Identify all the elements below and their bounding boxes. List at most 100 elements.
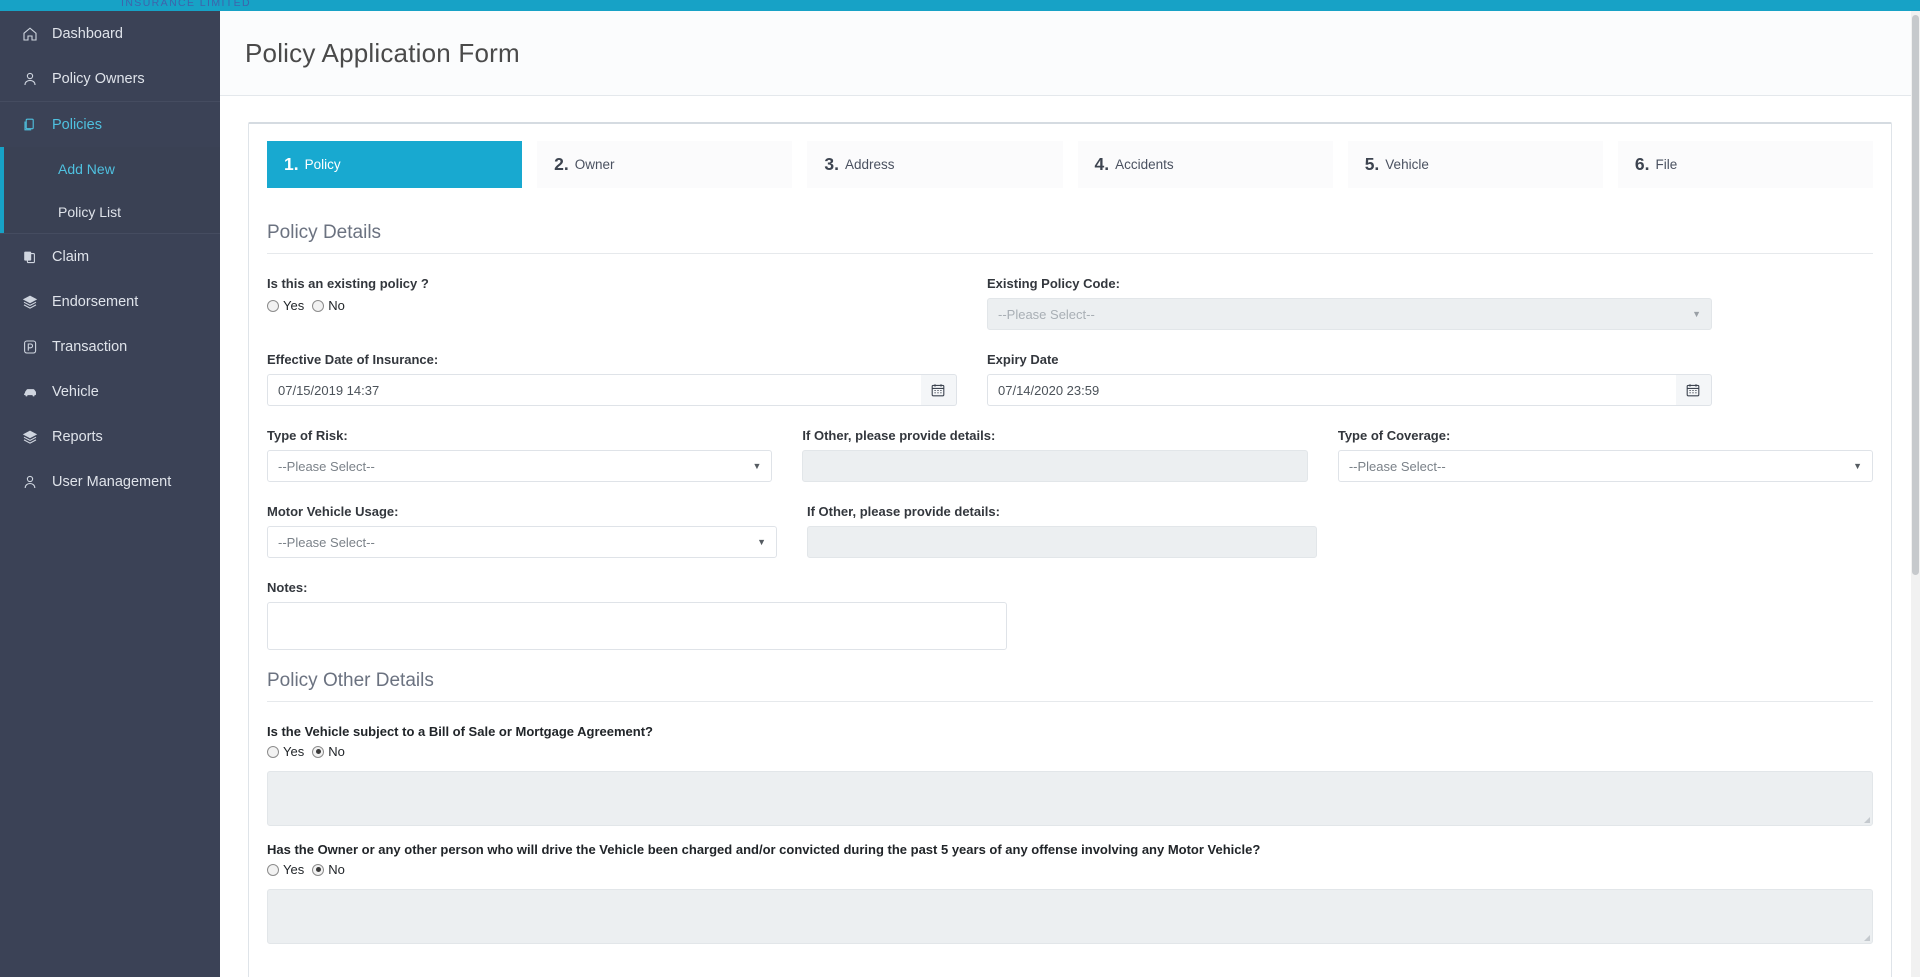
form-row-notes: Notes: [267,580,1873,650]
sidebar-subitem-label: Policy List [58,203,122,220]
field-label: Effective Date of Insurance: [267,352,439,367]
sidebar-item-vehicle[interactable]: Vehicle [0,369,220,414]
form-row-usage: Motor Vehicle Usage: --Please Select-- ▼… [267,504,1873,558]
tab-vehicle[interactable]: 5. Vehicle [1347,141,1603,188]
vehicle-usage-select[interactable]: --Please Select-- ▼ [267,526,777,558]
type-of-risk-select[interactable]: --Please Select-- ▼ [267,450,773,482]
tab-label: Vehicle [1385,157,1429,172]
radio-group-existing-policy: Yes No [267,298,957,313]
tab-policy[interactable]: 1. Policy [267,141,523,188]
tab-address[interactable]: 3. Address [807,141,1063,188]
tab-owner[interactable]: 2. Owner [537,141,793,188]
step-tabs: 1. Policy 2. Owner 3. Address 4. Acciden… [249,124,1891,188]
home-icon [22,26,52,42]
question-label: Is the Vehicle subject to a Bill of Sale… [267,724,653,739]
sidebar-item-label: User Management [52,473,172,490]
sidebar-item-policies[interactable]: Policies [0,102,220,147]
tab-label: Policy [304,157,341,172]
calendar-icon[interactable] [920,374,957,406]
scrollbar-thumb[interactable] [1912,15,1919,575]
risk-other-details-input[interactable] [802,450,1308,482]
sidebar-item-label: Policies [52,116,102,133]
radio-button[interactable] [267,745,279,758]
radio-bill-of-sale-yes[interactable]: Yes [267,744,304,759]
sidebar-item-label: Reports [52,428,103,445]
field-label: Is this an existing policy ? [267,276,429,291]
field-existing-policy: Is this an existing policy ? Yes No [267,276,987,330]
select-value: --Please Select-- [278,534,375,550]
select-value: --Please Select-- [998,306,1095,322]
copy-icon [22,249,52,265]
sidebar-item-policy-owners[interactable]: Policy Owners [0,56,220,101]
tab-label: Owner [574,157,615,172]
tab-number: 3. [824,154,839,174]
chevron-down-icon: ▼ [752,461,762,471]
radio-bill-of-sale-no[interactable]: No [312,744,345,759]
field-label: Motor Vehicle Usage: [267,504,399,519]
tab-file[interactable]: 6. File [1617,141,1874,188]
sidebar-item-label: Policy Owners [52,70,145,87]
sidebar-item-label: Vehicle [52,383,99,400]
field-risk-other-details: If Other, please provide details: [802,428,1337,482]
form-panel: 1. Policy 2. Owner 3. Address 4. Acciden… [248,122,1892,977]
section-title-policy-other-details: Policy Other Details [267,670,1873,702]
radio-label: Yes [283,298,305,313]
radio-label: Yes [283,862,305,877]
sidebar-item-transaction[interactable]: Transaction [0,324,220,369]
sidebar-subitem-add-new[interactable]: Add New [0,147,220,190]
sidebar-item-claim[interactable]: Claim [0,234,220,279]
field-type-of-risk: Type of Risk: --Please Select-- ▼ [267,428,802,482]
sidebar-item-label: Dashboard [52,25,123,42]
page-scrollbar[interactable] [1911,11,1920,977]
sidebar-item-dashboard[interactable]: Dashboard [0,11,220,56]
field-label: Type of Coverage: [1337,428,1451,443]
company-logo[interactable]: INSURANCE LIMITED [96,0,276,12]
sidebar-item-user-management[interactable]: User Management [0,459,220,504]
expiry-date-input[interactable]: 07/14/2020 23:59 [987,374,1676,406]
form-row-risk: Type of Risk: --Please Select-- ▼ If Oth… [267,428,1873,482]
field-label: Existing Policy Code: [987,276,1120,291]
sidebar-item-endorsement[interactable]: Endorsement [0,279,220,324]
documents-icon [22,117,52,133]
radio-existing-policy-no[interactable]: No [312,298,345,313]
radio-convictions-yes[interactable]: Yes [267,862,304,877]
bill-of-sale-details-textarea[interactable] [267,771,1873,826]
convictions-details-textarea[interactable] [267,889,1873,944]
radio-button[interactable] [312,745,325,758]
radio-group-bill-of-sale: Yes No [267,744,1873,759]
radio-button[interactable] [267,299,279,312]
usage-other-details-input[interactable] [807,526,1317,558]
radio-button[interactable] [267,863,279,876]
notes-textarea[interactable] [267,602,1007,650]
user-icon [22,474,52,490]
radio-group-convictions: Yes No [267,862,1873,877]
chevron-down-icon: ▼ [757,537,766,547]
radio-label: No [328,744,345,759]
radio-existing-policy-yes[interactable]: Yes [267,298,304,313]
effective-date-input[interactable]: 07/15/2019 14:37 [267,374,921,406]
sidebar-item-reports[interactable]: Reports [0,414,220,459]
type-of-coverage-select[interactable]: --Please Select-- ▼ [1337,450,1873,482]
tab-number: 6. [1634,154,1650,174]
field-label: If Other, please provide details: [807,504,1000,519]
existing-policy-code-select[interactable]: --Please Select-- ▼ [987,298,1712,330]
field-usage-other-details: If Other, please provide details: [807,504,1347,558]
tab-number: 1. [284,154,299,174]
calendar-icon[interactable] [1675,374,1712,406]
field-notes: Notes: [267,580,1007,650]
question-label: Has the Owner or any other person who wi… [267,842,1261,857]
field-type-of-coverage: Type of Coverage: --Please Select-- ▼ [1337,428,1873,482]
radio-button[interactable] [312,863,325,876]
sidebar-subitem-label: Add New [58,160,115,177]
radio-button[interactable] [312,299,325,312]
expiry-date-group: 07/14/2020 23:59 [987,374,1712,406]
tab-number: 5. [1364,154,1380,174]
page-title: Policy Application Form [245,37,520,68]
sidebar-item-label: Claim [52,248,90,265]
top-brand-bar: INSURANCE LIMITED [0,0,1920,11]
tab-accidents[interactable]: 4. Accidents [1077,141,1333,188]
users-icon [22,71,52,87]
chevron-down-icon: ▼ [1853,461,1862,471]
sidebar-subitem-policy-list[interactable]: Policy List [0,190,220,233]
radio-convictions-no[interactable]: No [312,862,345,877]
